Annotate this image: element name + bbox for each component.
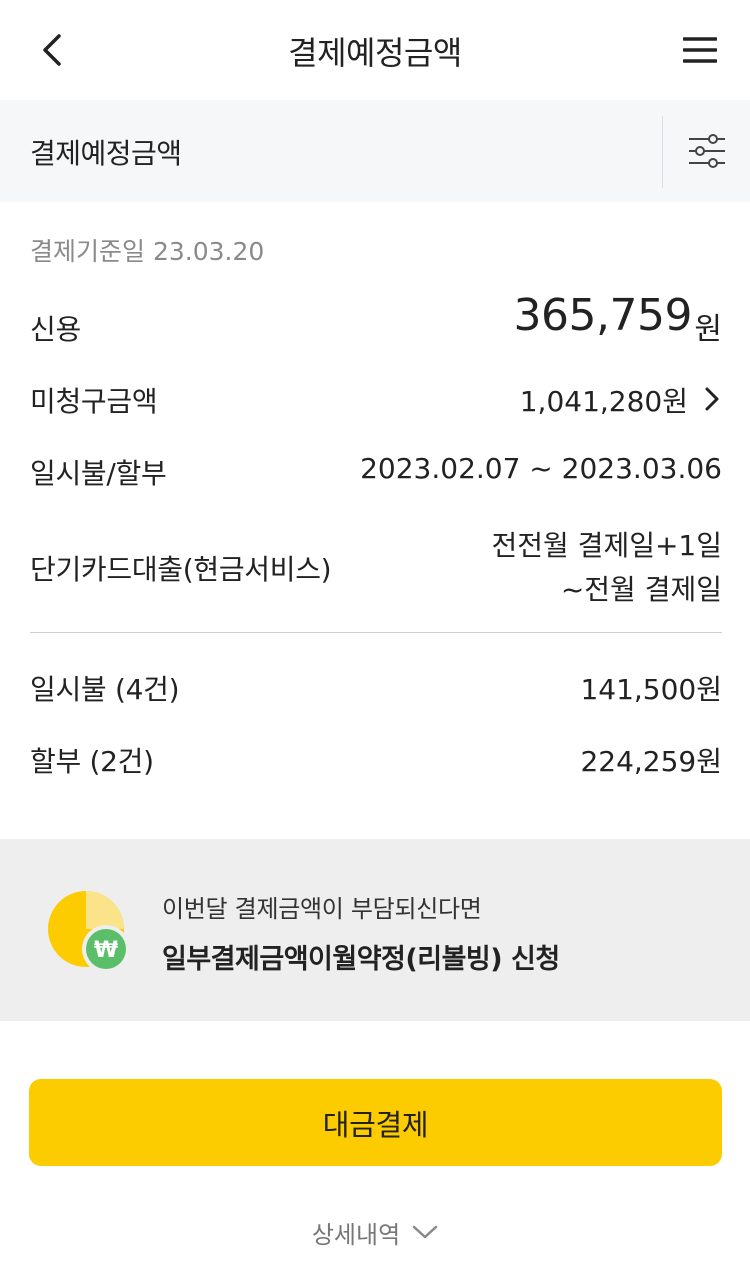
content-divider xyxy=(30,632,722,633)
credit-amount: 365,759 xyxy=(513,290,693,341)
chevron-right-icon xyxy=(702,382,722,416)
revolving-pie-won-icon: ₩ xyxy=(48,891,130,973)
detail-toggle[interactable]: 상세내역 xyxy=(0,1212,750,1252)
cash-service-row: 단기카드대출(현금서비스) 전전월 결제일+1일 ~전월 결제일 xyxy=(30,524,722,608)
menu-button[interactable] xyxy=(678,28,722,72)
cash-service-period-end: ~전월 결제일 xyxy=(560,573,722,606)
lump-installment-period-row: 일시불/할부 2023.02.07 ~ 2023.03.06 xyxy=(30,450,722,494)
banner-title: 일부결제금액이월약정(리볼빙) 신청 xyxy=(162,944,560,975)
lump-sum-label: 일시불 (4건) xyxy=(30,673,180,706)
filter-button[interactable] xyxy=(684,128,730,174)
credit-unit: 원 xyxy=(694,312,722,347)
section-header: 결제예정금액 xyxy=(0,100,750,202)
hamburger-menu-icon xyxy=(683,37,717,63)
section-title: 결제예정금액 xyxy=(30,137,182,170)
svg-text:₩: ₩ xyxy=(94,938,118,963)
installment-label: 할부 (2건) xyxy=(30,745,154,778)
lump-sum-row: 일시불 (4건) 141,500원 xyxy=(30,666,722,710)
lump-period-value: 2023.02.07 ~ 2023.03.06 xyxy=(360,452,722,485)
pay-button-label: 대금결제 xyxy=(322,1109,429,1142)
banner-subtitle: 이번달 결제금액이 부담되신다면 xyxy=(162,895,482,923)
top-navigation-bar: 결제예정금액 xyxy=(0,0,750,100)
section-divider xyxy=(662,116,663,188)
unbilled-label: 미청구금액 xyxy=(30,385,158,418)
pay-button[interactable]: 대금결제 xyxy=(29,1079,722,1166)
installment-row: 할부 (2건) 224,259원 xyxy=(30,738,722,782)
unbilled-amount: 1,041,280원 xyxy=(519,385,688,418)
lump-sum-amount: 141,500원 xyxy=(580,673,722,706)
lump-period-label: 일시불/할부 xyxy=(30,457,167,490)
credit-total-row: 신용 365,759 원 xyxy=(30,290,722,360)
detail-label: 상세내역 xyxy=(311,1220,401,1249)
page-title: 결제예정금액 xyxy=(288,34,462,72)
base-date: 결제기준일 23.03.20 xyxy=(30,237,265,266)
cash-service-period-start: 전전월 결제일+1일 xyxy=(491,529,723,562)
chevron-down-icon xyxy=(412,1225,438,1239)
revolving-banner[interactable]: ₩ 이번달 결제금액이 부담되신다면 일부결제금액이월약정(리볼빙) 신청 xyxy=(0,839,750,1021)
installment-amount: 224,259원 xyxy=(580,745,722,778)
unbilled-amount-row[interactable]: 미청구금액 1,041,280원 xyxy=(30,376,722,426)
credit-label: 신용 xyxy=(30,313,81,346)
filter-sliders-icon xyxy=(689,134,725,168)
cash-service-label: 단기카드대출(현금서비스) xyxy=(30,553,332,586)
